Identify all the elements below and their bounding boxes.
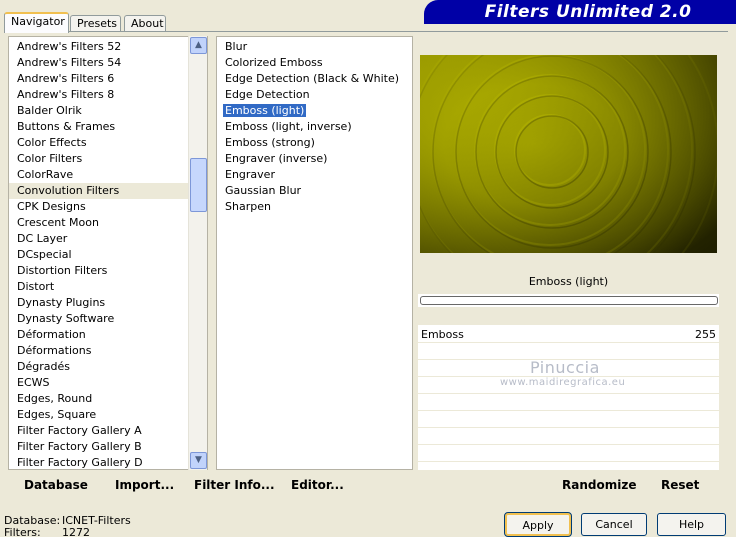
category-item[interactable]: Convolution Filters bbox=[9, 183, 207, 199]
filter-item[interactable]: Emboss (light, inverse) bbox=[217, 119, 412, 135]
filter-item[interactable]: Edge Detection bbox=[217, 87, 412, 103]
editor-button[interactable]: Editor... bbox=[291, 478, 344, 492]
progress-bar bbox=[420, 296, 718, 305]
filters-count-label: Filters: bbox=[4, 526, 41, 537]
category-item[interactable]: Déformations bbox=[9, 343, 207, 359]
filter-item[interactable]: Emboss (strong) bbox=[217, 135, 412, 151]
category-list: Andrew's Filters 52 Andrew's Filters 54 An… bbox=[9, 39, 207, 469]
filter-item-label: Emboss (light, inverse) bbox=[225, 120, 352, 133]
param-value: 255 bbox=[695, 328, 716, 341]
category-item[interactable]: Color Filters bbox=[9, 151, 207, 167]
filter-item-label: Blur bbox=[225, 40, 248, 53]
param-row-empty bbox=[418, 429, 719, 445]
param-row-empty bbox=[418, 412, 719, 428]
filter-info-button[interactable]: Filter Info... bbox=[194, 478, 275, 492]
filter-item[interactable]: Colorized Emboss bbox=[217, 55, 412, 71]
tab-divider bbox=[4, 31, 728, 32]
filter-item-label: Edge Detection (Black & White) bbox=[225, 72, 400, 85]
filter-item-label: Colorized Emboss bbox=[225, 56, 323, 69]
filters-count-value: 1272 bbox=[62, 526, 90, 537]
category-item[interactable]: Dégradés bbox=[9, 359, 207, 375]
tab-presets[interactable]: Presets bbox=[70, 15, 121, 32]
scroll-down-button[interactable]: ▼ bbox=[190, 452, 207, 469]
category-item[interactable]: CPK Designs bbox=[9, 199, 207, 215]
category-item[interactable]: Déformation bbox=[9, 327, 207, 343]
param-row-empty bbox=[418, 395, 719, 411]
app-title: Filters Unlimited 2.0 bbox=[484, 2, 692, 22]
filter-item[interactable]: Gaussian Blur bbox=[217, 183, 412, 199]
reset-button[interactable]: Reset bbox=[661, 478, 699, 492]
database-button[interactable]: Database bbox=[24, 478, 88, 492]
category-item[interactable]: Edges, Square bbox=[9, 407, 207, 423]
scroll-up-button[interactable]: ▲ bbox=[190, 37, 207, 54]
param-row-emboss[interactable]: Emboss 255 bbox=[418, 327, 719, 343]
category-item[interactable]: Distortion Filters bbox=[9, 263, 207, 279]
watermark-name: Pinuccia bbox=[530, 358, 600, 377]
category-item[interactable]: ECWS bbox=[9, 375, 207, 391]
current-filter-name: Emboss (light) bbox=[418, 270, 719, 294]
category-item[interactable]: Dynasty Software bbox=[9, 311, 207, 327]
category-item[interactable]: Andrew's Filters 52 bbox=[9, 39, 207, 55]
param-label: Emboss bbox=[421, 328, 464, 341]
category-item[interactable]: DC Layer bbox=[9, 231, 207, 247]
category-list-panel: Andrew's Filters 52 Andrew's Filters 54 An… bbox=[8, 36, 208, 470]
filter-item-label: Emboss (strong) bbox=[225, 136, 315, 149]
category-item[interactable]: Edges, Round bbox=[9, 391, 207, 407]
filter-item[interactable]: Edge Detection (Black & White) bbox=[217, 71, 412, 87]
tab-about[interactable]: About bbox=[124, 15, 166, 32]
category-item[interactable]: DCspecial bbox=[9, 247, 207, 263]
category-item[interactable]: Distort bbox=[9, 279, 207, 295]
category-item[interactable]: Filter Factory Gallery A bbox=[9, 423, 207, 439]
apply-button[interactable]: Apply bbox=[504, 512, 572, 537]
category-item[interactable]: Balder Olrik bbox=[9, 103, 207, 119]
category-scrollbar[interactable]: ▲ ▼ bbox=[188, 36, 207, 470]
filter-preview bbox=[420, 55, 717, 253]
category-item[interactable]: Andrew's Filters 54 bbox=[9, 55, 207, 71]
filter-item-label: Engraver (inverse) bbox=[225, 152, 328, 165]
filter-item-label: Engraver bbox=[225, 168, 275, 181]
filter-item-label: Gaussian Blur bbox=[225, 184, 302, 197]
category-item[interactable]: Dynasty Plugins bbox=[9, 295, 207, 311]
import-button[interactable]: Import... bbox=[115, 478, 174, 492]
parameter-header bbox=[418, 307, 719, 325]
category-item[interactable]: Andrew's Filters 8 bbox=[9, 87, 207, 103]
tab-navigator[interactable]: Navigator bbox=[4, 12, 69, 33]
filter-item[interactable]: Blur bbox=[217, 39, 412, 55]
filter-item-label: Sharpen bbox=[225, 200, 271, 213]
filter-item-label: Emboss (light) bbox=[223, 104, 307, 117]
category-item[interactable]: Filter Factory Gallery D bbox=[9, 455, 207, 469]
filter-list-panel: Blur Colorized Emboss Edge Detection (Blac… bbox=[216, 36, 413, 470]
filter-item[interactable]: Sharpen bbox=[217, 199, 412, 215]
category-item[interactable]: ColorRave bbox=[9, 167, 207, 183]
category-item[interactable]: Crescent Moon bbox=[9, 215, 207, 231]
category-item[interactable]: Andrew's Filters 6 bbox=[9, 71, 207, 87]
filter-item[interactable]: Engraver bbox=[217, 167, 412, 183]
watermark-url: www.maidiregrafica.eu bbox=[500, 377, 626, 388]
randomize-button[interactable]: Randomize bbox=[562, 478, 636, 492]
cancel-button[interactable]: Cancel bbox=[581, 513, 647, 536]
scroll-thumb[interactable] bbox=[190, 158, 207, 212]
category-item[interactable]: Filter Factory Gallery B bbox=[9, 439, 207, 455]
filter-item[interactable]: Engraver (inverse) bbox=[217, 151, 412, 167]
category-item[interactable]: Color Effects bbox=[9, 135, 207, 151]
param-row-empty bbox=[418, 446, 719, 462]
category-item[interactable]: Buttons & Frames bbox=[9, 119, 207, 135]
filter-item[interactable]: Emboss (light) bbox=[217, 103, 412, 119]
help-button[interactable]: Help bbox=[657, 513, 726, 536]
filter-list: Blur Colorized Emboss Edge Detection (Blac… bbox=[217, 39, 412, 215]
filter-item-label: Edge Detection bbox=[225, 88, 310, 101]
